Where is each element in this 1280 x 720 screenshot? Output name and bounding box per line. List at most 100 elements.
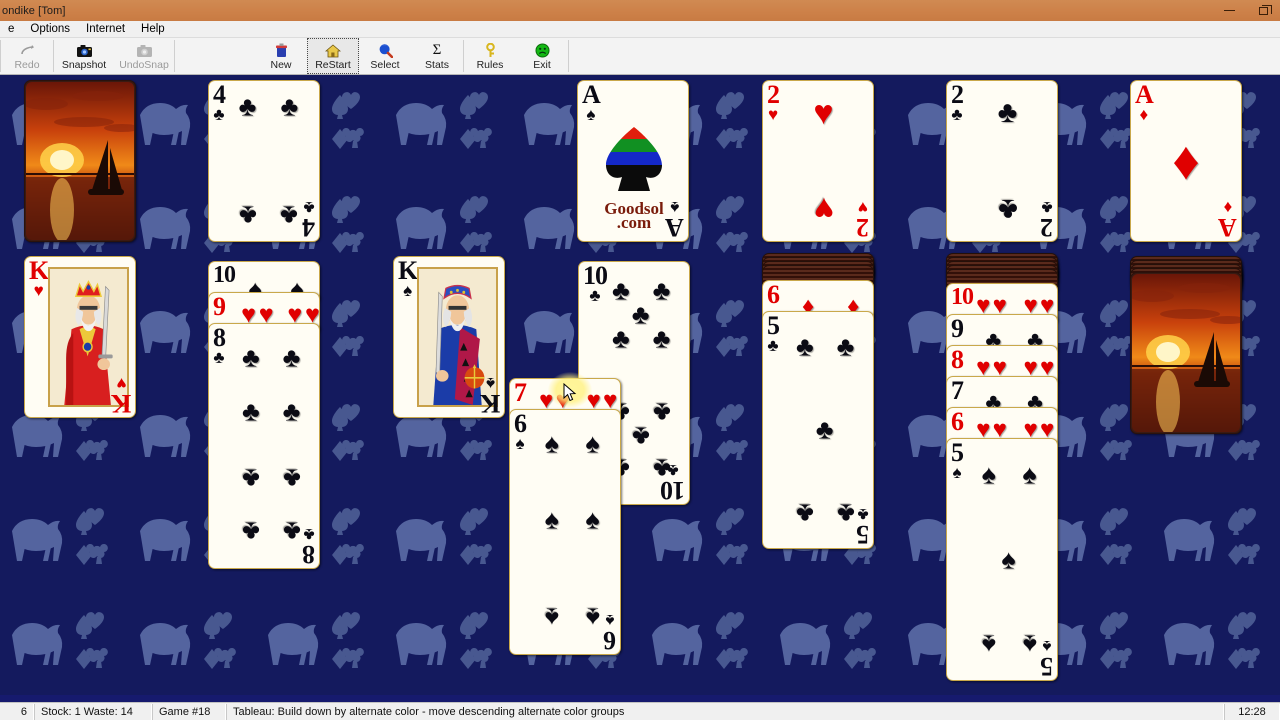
- clubs-icon: ♣: [303, 198, 315, 217]
- card-index-bottom: 8 ♣: [303, 525, 315, 568]
- card-index-top: 9: [951, 314, 964, 343]
- spades-icon: ♠: [670, 198, 680, 217]
- camera-icon: [76, 43, 93, 59]
- snapshot-label: Snapshot: [61, 58, 107, 71]
- card-index-top: K ♠: [398, 258, 418, 300]
- goodsol-logo: Goodsol .com: [598, 121, 670, 231]
- card-index-bottom: K ♠: [481, 374, 500, 417]
- menu-item-help[interactable]: Help: [133, 21, 173, 38]
- card-rank: 8: [951, 345, 964, 374]
- spades-icon: ♠: [485, 374, 495, 393]
- mouse-cursor: [563, 382, 577, 403]
- card-index-bottom: 5 ♣: [857, 505, 869, 549]
- card-rank: 10: [661, 476, 685, 505]
- card-index-top: 6: [951, 407, 964, 436]
- menu-item-options[interactable]: Options: [22, 21, 78, 38]
- select-label: Select: [370, 58, 400, 71]
- waste-pile[interactable]: [24, 80, 136, 242]
- exit-label: Exit: [533, 58, 551, 71]
- maximize-button[interactable]: [1246, 0, 1280, 21]
- stats-label: Stats: [425, 58, 449, 71]
- card-index-top: 10: [213, 263, 236, 287]
- card-rank: 6: [767, 280, 780, 309]
- foundation-pile-1[interactable]: 4 ♣ ♣ ♣ ♣ ♣ 4 ♣: [208, 80, 320, 242]
- card-index-bottom: 6 ♠: [604, 611, 616, 655]
- card-rank: 6: [951, 407, 964, 436]
- card-back-art: [1132, 274, 1240, 432]
- spades-icon: ♠: [586, 105, 596, 124]
- card-index-top: K ♥: [29, 258, 49, 300]
- foundation-pile-2[interactable]: A ♠ Goodsol .com A ♠: [577, 80, 689, 242]
- clubs-icon: ♣: [857, 505, 869, 524]
- card-index-top: 8: [951, 345, 964, 374]
- card-index-top: 7: [951, 376, 964, 405]
- card-index-bottom: 2 ♣: [1041, 198, 1053, 241]
- taskbar-strip: [0, 695, 1280, 702]
- spades-icon: ♠: [1042, 637, 1052, 656]
- card-index-bottom: K ♥: [111, 374, 131, 418]
- card-index-top: 6: [767, 280, 780, 309]
- card-index-bottom: A ♠: [666, 198, 684, 242]
- cardbox-icon: [274, 43, 289, 59]
- card-rank: 6: [604, 626, 616, 655]
- status-score: 6: [0, 703, 34, 720]
- tableau-pile-3[interactable]: K ♠ ♠: [393, 256, 505, 418]
- status-game-number: Game #18: [152, 703, 226, 720]
- card-rank: 9: [213, 292, 226, 321]
- card-back-art: [26, 82, 134, 240]
- card-index-top: 7: [514, 380, 527, 406]
- card-rank: 9: [951, 314, 964, 343]
- stats-button[interactable]: Σ Stats: [411, 38, 463, 74]
- exit-face-icon: [535, 43, 550, 59]
- minimize-icon: [1223, 10, 1235, 11]
- card-rank: 7: [951, 376, 964, 405]
- foundation-pile-3[interactable]: 2 ♥ ♥ ♥ 2 ♥: [762, 80, 874, 242]
- redo-icon: [20, 43, 35, 59]
- undosnap-button[interactable]: UndoSnap: [114, 38, 174, 74]
- tableau-pile-2-card-8-clubs[interactable]: 8 ♣ ♣ ♣ ♣ ♣ ♣ ♣ ♣ ♣ 8 ♣: [208, 323, 320, 569]
- minimize-button[interactable]: [1212, 0, 1246, 21]
- select-button[interactable]: Select: [359, 38, 411, 74]
- clubs-icon: ♣: [303, 525, 315, 544]
- foundation-pile-4[interactable]: 2 ♣ ♣ ♣ 2 ♣: [946, 80, 1058, 242]
- menu-item-file[interactable]: e: [0, 21, 22, 38]
- clubs-icon: ♣: [667, 461, 679, 480]
- card-rank: A: [666, 213, 684, 242]
- exit-button[interactable]: Exit: [516, 38, 568, 74]
- toolbar-separator: [568, 40, 569, 72]
- new-button[interactable]: New: [255, 38, 307, 74]
- card-rank: K: [111, 389, 131, 418]
- stock-pile[interactable]: [1130, 272, 1242, 434]
- hearts-icon: ♥: [857, 198, 869, 217]
- card-rank: 5: [857, 520, 869, 549]
- redo-button[interactable]: Redo: [1, 38, 53, 74]
- tableau-pile-5-card-5-clubs[interactable]: 5 ♣ ♣ ♣ ♣ ♣ ♣ 5 ♣: [762, 311, 874, 549]
- clubs-icon: ♣: [1041, 198, 1053, 217]
- game-table[interactable]: 4 ♣ ♣ ♣ ♣ ♣ 4 ♣ A ♠ Goodsol .com A ♠ 2 ♥…: [0, 75, 1280, 702]
- status-hint: Tableau: Build down by alternate color -…: [226, 703, 1224, 720]
- toolbar: Redo Snapshot UndoSnap New ReStart Selec…: [0, 38, 1280, 75]
- card-index-bottom: 4 ♣: [303, 198, 315, 242]
- restart-button[interactable]: ReStart: [307, 38, 359, 74]
- sigma-icon: Σ: [432, 42, 442, 58]
- magnifier-icon: [378, 43, 393, 59]
- spades-icon: ♠: [403, 281, 413, 300]
- foundation-pile-5[interactable]: A ♦ ♦ A ♦: [1130, 80, 1242, 242]
- spades-icon: ♠: [605, 611, 615, 630]
- card-index-bottom: 2 ♥: [857, 198, 869, 241]
- title-bar: ondike [Tom]: [0, 0, 1280, 21]
- card-rank: 4: [303, 213, 315, 242]
- hearts-icon: ♥: [33, 281, 44, 300]
- card-index-bottom: A ♦: [1219, 198, 1237, 242]
- snapshot-button[interactable]: Snapshot: [54, 38, 114, 74]
- card-index-top: A ♠: [582, 82, 601, 124]
- menu-item-internet[interactable]: Internet: [78, 21, 133, 38]
- card-rank: 10: [951, 284, 974, 310]
- tableau-pile-6-card-5-spades[interactable]: 5 ♠ ♠ ♠ ♠ ♠ ♠ 5 ♠: [946, 438, 1058, 681]
- rules-button[interactable]: Rules: [464, 38, 516, 74]
- tableau-pile-1[interactable]: K ♥ ♥: [24, 256, 136, 418]
- card-rank: A: [1219, 213, 1237, 242]
- dragged-card-6-spades[interactable]: 6 ♠ ♠ ♠ ♠ ♠ ♠ ♠ 6 ♠: [509, 409, 621, 655]
- restart-label: ReStart: [315, 58, 351, 71]
